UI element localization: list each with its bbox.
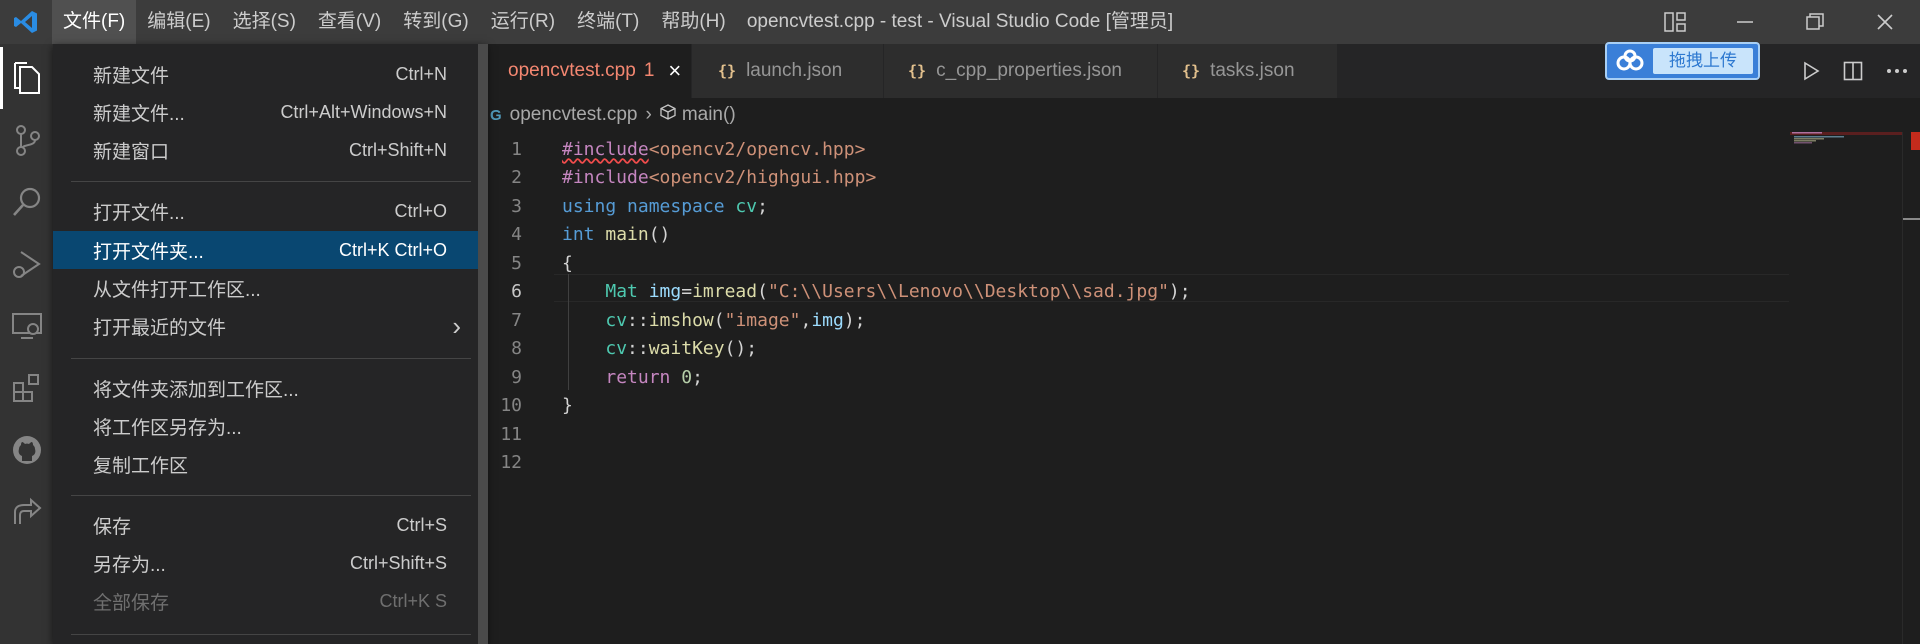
restore-icon[interactable] xyxy=(1780,0,1850,44)
json-icon: {} xyxy=(718,62,737,80)
window-controls xyxy=(1640,0,1920,44)
code-line: 7 cv::imshow("image",img); xyxy=(488,306,1788,334)
tab-opencvtest[interactable]: opencvtest.cpp 1 × xyxy=(488,44,692,98)
menu-new-file-ellipsis[interactable]: 新建文件... Ctrl+Alt+Windows+N xyxy=(53,93,487,131)
github-icon[interactable] xyxy=(0,419,53,481)
breadcrumb-file[interactable]: opencvtest.cpp xyxy=(510,104,638,126)
menu-bar: 文件(F) 编辑(E) 选择(S) 查看(V) 转到(G) 运行(R) 终端(T… xyxy=(52,0,737,44)
title-bar: 文件(F) 编辑(E) 选择(S) 查看(V) 转到(G) 运行(R) 终端(T… xyxy=(0,0,1920,44)
tab-launch-json[interactable]: {} launch.json xyxy=(692,44,884,98)
split-editor-icon[interactable] xyxy=(1832,61,1874,81)
menu-view[interactable]: 查看(V) xyxy=(307,0,392,44)
menu-duplicate-workspace[interactable]: 复制工作区 xyxy=(53,445,487,483)
menu-go[interactable]: 转到(G) xyxy=(392,0,479,44)
json-icon: {} xyxy=(908,62,927,80)
menu-file[interactable]: 文件(F) xyxy=(52,0,137,44)
chevron-right-icon: › xyxy=(452,310,461,341)
menu-separator xyxy=(71,181,471,182)
code-line: 8 cv::waitKey(); xyxy=(488,334,1788,362)
code-line: 5 { xyxy=(488,249,1788,277)
file-menu-dropdown: 新建文件 Ctrl+N 新建文件... Ctrl+Alt+Windows+N 新… xyxy=(53,44,487,644)
run-icon[interactable] xyxy=(1790,61,1832,81)
menu-open-file[interactable]: 打开文件... Ctrl+O xyxy=(53,192,487,230)
vscode-logo-icon xyxy=(0,0,52,44)
menu-selection[interactable]: 选择(S) xyxy=(222,0,307,44)
problem-badge: 1 xyxy=(643,60,655,81)
more-actions-icon[interactable] xyxy=(1874,68,1920,74)
extensions-icon[interactable] xyxy=(0,357,53,419)
breadcrumb: G opencvtest.cpp › main() xyxy=(488,98,736,132)
menu-separator xyxy=(71,634,471,635)
menu-new-file[interactable]: 新建文件 Ctrl+N xyxy=(53,55,487,93)
tab-label: c_cpp_properties.json xyxy=(936,60,1122,81)
tab-c-cpp-properties[interactable]: {} c_cpp_properties.json xyxy=(884,44,1158,98)
menu-save-as[interactable]: 另存为... Ctrl+Shift+S xyxy=(53,544,487,582)
code-line: 10 } xyxy=(488,391,1788,419)
live-share-icon[interactable] xyxy=(0,481,53,543)
code-line: 9 return 0; xyxy=(488,363,1788,391)
cloud-icon xyxy=(1615,49,1645,78)
menu-terminal[interactable]: 终端(T) xyxy=(566,0,650,44)
explorer-icon[interactable] xyxy=(0,47,53,109)
search-icon[interactable] xyxy=(0,171,53,233)
code-line: 4 int main() xyxy=(488,220,1788,248)
json-icon: {} xyxy=(1182,62,1201,80)
source-control-icon[interactable] xyxy=(0,109,53,171)
remote-explorer-icon[interactable] xyxy=(0,295,53,357)
close-icon[interactable]: × xyxy=(668,58,681,84)
menu-help[interactable]: 帮助(H) xyxy=(650,0,736,44)
tab-label: launch.json xyxy=(746,60,843,81)
chevron-right-icon: › xyxy=(645,104,652,125)
editor-actions xyxy=(1790,44,1920,98)
breadcrumb-symbol[interactable]: main() xyxy=(682,104,736,126)
menu-save[interactable]: 保存 Ctrl+S xyxy=(53,506,487,544)
code-line: 12 xyxy=(488,448,1788,476)
menu-add-folder-to-workspace[interactable]: 将文件夹添加到工作区... xyxy=(53,369,487,407)
line-number: 12 xyxy=(500,451,522,473)
menu-open-folder[interactable]: 打开文件夹... Ctrl+K Ctrl+O xyxy=(53,231,487,269)
dropdown-edge xyxy=(478,44,488,644)
activity-bar xyxy=(0,44,53,644)
menu-new-window[interactable]: 新建窗口 Ctrl+Shift+N xyxy=(53,131,487,169)
line-number: 9 xyxy=(511,366,522,388)
line-number: 8 xyxy=(511,337,522,359)
layout-icon[interactable] xyxy=(1640,0,1710,44)
line-number: 4 xyxy=(511,223,522,245)
code-line: 6 Mat img=imread("C:\\Users\\Lenovo\\Des… xyxy=(488,277,1788,305)
menu-separator xyxy=(71,495,471,496)
minimize-icon[interactable] xyxy=(1710,0,1780,44)
code-line: 1 #include<opencv2/opencv.hpp> xyxy=(488,135,1788,163)
line-number: 10 xyxy=(500,394,522,416)
menu-save-all: 全部保存 Ctrl+K S xyxy=(93,590,447,614)
symbol-method-icon xyxy=(660,104,676,126)
tab-label: tasks.json xyxy=(1210,60,1295,81)
code-editor[interactable]: 1 #include<opencv2/opencv.hpp> 2 #includ… xyxy=(488,132,1920,644)
tab-label: opencvtest.cpp xyxy=(508,60,636,81)
code-line: 11 xyxy=(488,420,1788,448)
upload-button[interactable]: 拖拽上传 xyxy=(1605,42,1760,80)
cpp-file-icon: G xyxy=(490,106,502,124)
run-debug-icon[interactable] xyxy=(0,233,53,295)
minimap[interactable] xyxy=(1790,132,1902,152)
code-line: 3 using namespace cv; xyxy=(488,192,1788,220)
line-number: 11 xyxy=(500,423,522,445)
line-number: 7 xyxy=(511,309,522,331)
menu-open-workspace-from-file[interactable]: 从文件打开工作区... xyxy=(53,269,487,307)
tab-tasks-json[interactable]: {} tasks.json xyxy=(1158,44,1338,98)
line-number: 6 xyxy=(511,280,522,302)
vertical-scrollbar[interactable] xyxy=(1902,132,1920,644)
menu-separator xyxy=(71,358,471,359)
menu-open-recent[interactable]: 打开最近的文件 › xyxy=(53,307,487,345)
menu-save-workspace-as[interactable]: 将工作区另存为... xyxy=(53,407,487,445)
menu-edit[interactable]: 编辑(E) xyxy=(136,0,221,44)
close-icon[interactable] xyxy=(1850,0,1920,44)
line-number: 5 xyxy=(511,252,522,274)
code-line: 2 #include<opencv2/highgui.hpp> xyxy=(488,163,1788,191)
line-number: 1 xyxy=(511,138,522,160)
menu-run[interactable]: 运行(R) xyxy=(480,0,566,44)
upload-label: 拖拽上传 xyxy=(1653,48,1753,74)
line-number: 2 xyxy=(511,166,522,188)
line-number: 3 xyxy=(511,195,522,217)
